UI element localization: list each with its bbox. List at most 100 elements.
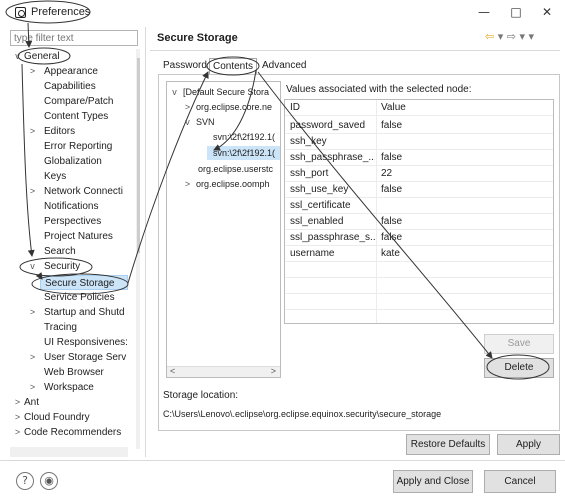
cancel-button[interactable]: Cancel <box>484 470 556 493</box>
table-row[interactable]: username kate <box>285 246 553 262</box>
tree-item-label: Globalization <box>44 156 102 167</box>
tab-contents[interactable]: Contents <box>209 58 258 74</box>
save-button[interactable]: Save <box>484 334 554 354</box>
page-title: Secure Storage <box>157 32 238 44</box>
chevron-right-icon[interactable]: > <box>183 177 192 191</box>
tree-item-label: Perspectives <box>44 216 102 227</box>
tree-item-label: Compare/Patch <box>44 96 114 107</box>
chevron-down-icon[interactable]: v <box>13 49 22 64</box>
chevron-right-icon[interactable]: > <box>183 100 192 114</box>
chevron-right-icon[interactable]: > <box>28 305 37 320</box>
import-export-icon[interactable]: ◉ <box>40 472 58 490</box>
tree-item-label: Error Reporting <box>44 141 113 152</box>
tab-advanced[interactable]: Advanced <box>259 58 309 74</box>
table-row[interactable]: ssh_passphrase_... false <box>285 150 553 166</box>
chevron-right-icon[interactable]: > <box>13 425 22 440</box>
empty-row <box>285 278 553 294</box>
tree-vertical-scrollbar[interactable] <box>136 49 140 449</box>
row-id: ssh_key <box>290 136 327 147</box>
node-item-svn-url-2[interactable]: svn:\2f\2f192.1( <box>207 146 280 160</box>
table-row[interactable]: ssl_enabled false <box>285 214 553 230</box>
row-value: false <box>381 216 403 227</box>
tree-item-label: Web Browser <box>44 367 104 378</box>
forward-arrow-icon[interactable]: ⇨ <box>507 30 516 43</box>
menu-icon[interactable]: ▾ <box>528 30 534 43</box>
table-row[interactable]: ssh_key <box>285 134 553 150</box>
row-id: ssl_passphrase_s... <box>290 232 375 243</box>
chevron-right-icon[interactable]: > <box>28 124 37 139</box>
back-arrow-icon[interactable]: ⇦ <box>485 30 494 43</box>
empty-row <box>285 262 553 278</box>
chevron-down-icon[interactable]: v <box>28 259 37 274</box>
delete-button[interactable]: Delete <box>484 358 554 378</box>
chevron-right-icon[interactable]: > <box>28 64 37 79</box>
chevron-right-icon[interactable]: > <box>28 350 37 365</box>
tree-item-secure-storage[interactable]: Secure Storage <box>40 275 128 290</box>
title-bar: Preferences — □ ✕ <box>0 0 565 27</box>
table-row[interactable]: password_saved false <box>285 118 553 134</box>
node-label: svn:\2f\2f192.1( <box>213 132 276 142</box>
chevron-right-icon[interactable]: > <box>28 380 37 395</box>
row-id: ssl_enabled <box>290 216 344 227</box>
close-button[interactable]: ✕ <box>533 2 561 22</box>
tree-item-label: Ant <box>24 397 40 408</box>
table-row[interactable]: ssh_use_key false <box>285 182 553 198</box>
chevron-right-icon[interactable]: > <box>13 395 22 410</box>
node-label: SVN <box>196 117 215 127</box>
chevron-down-icon[interactable]: v <box>170 85 179 99</box>
tree-item-label: General <box>24 51 60 62</box>
row-value: false <box>381 232 403 243</box>
row-id: password_saved <box>290 120 366 131</box>
storage-location-label: Storage location: <box>163 390 239 401</box>
dropdown-icon[interactable]: ▾ <box>494 30 507 43</box>
help-icon[interactable]: ? <box>16 472 34 490</box>
header-divider <box>150 50 560 51</box>
row-value: false <box>381 184 403 195</box>
tree-item-label: Startup and Shutd <box>44 307 125 318</box>
tree-item-label: UI Responsivenes: <box>44 337 128 348</box>
apply-and-close-button[interactable]: Apply and Close <box>393 470 473 493</box>
filter-input[interactable] <box>10 30 138 46</box>
chevron-down-icon[interactable]: v <box>183 115 192 129</box>
dropdown-icon[interactable]: ▾ <box>516 30 529 43</box>
tree-item-label: Project Natures <box>44 231 113 242</box>
node-label: org.eclipse.userstc <box>198 164 274 174</box>
preference-tree: v General > Appearance Capabilities Compar… <box>10 49 140 456</box>
node-label: org.eclipse.oomph <box>196 179 270 189</box>
node-tree-horizontal-scrollbar[interactable]: < > <box>167 366 280 377</box>
pane-divider[interactable] <box>145 27 146 457</box>
minimize-button[interactable]: — <box>470 2 498 22</box>
maximize-button[interactable]: □ <box>502 2 530 22</box>
tree-item-label: User Storage Serv <box>44 352 127 363</box>
scroll-left-icon[interactable]: < <box>170 366 175 376</box>
tree-horizontal-scrollbar[interactable] <box>10 447 128 457</box>
chevron-right-icon[interactable]: > <box>28 184 37 199</box>
scroll-thumb[interactable] <box>137 58 140 253</box>
column-header-id[interactable]: ID <box>290 100 375 116</box>
table-row[interactable]: ssl_certificate <box>285 198 553 214</box>
tree-item-label: Service Policies <box>44 292 115 303</box>
tree-item-label: Security <box>44 261 81 272</box>
node-tree: v [Default Secure Stora > org.eclipse.core… <box>166 81 281 378</box>
row-id: ssh_use_key <box>290 184 349 195</box>
tab-password[interactable]: Password <box>160 58 210 74</box>
row-value: false <box>381 152 403 163</box>
chevron-right-icon[interactable]: > <box>13 410 22 425</box>
table-row[interactable]: ssh_port 22 <box>285 166 553 182</box>
footer-divider <box>0 460 565 461</box>
values-label: Values associated with the selected node… <box>286 84 472 95</box>
window-title: Preferences <box>31 6 91 18</box>
app-icon <box>15 7 26 18</box>
tree-item-label: Workspace <box>44 382 94 393</box>
apply-button[interactable]: Apply <box>497 434 560 455</box>
row-value: kate <box>381 248 400 259</box>
column-header-value[interactable]: Value <box>381 100 406 116</box>
row-value: 22 <box>381 168 393 179</box>
table-row[interactable]: ssl_passphrase_s... false <box>285 230 553 246</box>
row-id: ssh_passphrase_... <box>290 152 375 163</box>
scroll-right-icon[interactable]: > <box>271 366 276 376</box>
node-label: [Default Secure Stora <box>183 87 270 97</box>
tree-item-label: Code Recommenders <box>24 427 122 438</box>
restore-defaults-button[interactable]: Restore Defaults <box>406 434 490 455</box>
tree-item-label: Appearance <box>44 66 98 77</box>
